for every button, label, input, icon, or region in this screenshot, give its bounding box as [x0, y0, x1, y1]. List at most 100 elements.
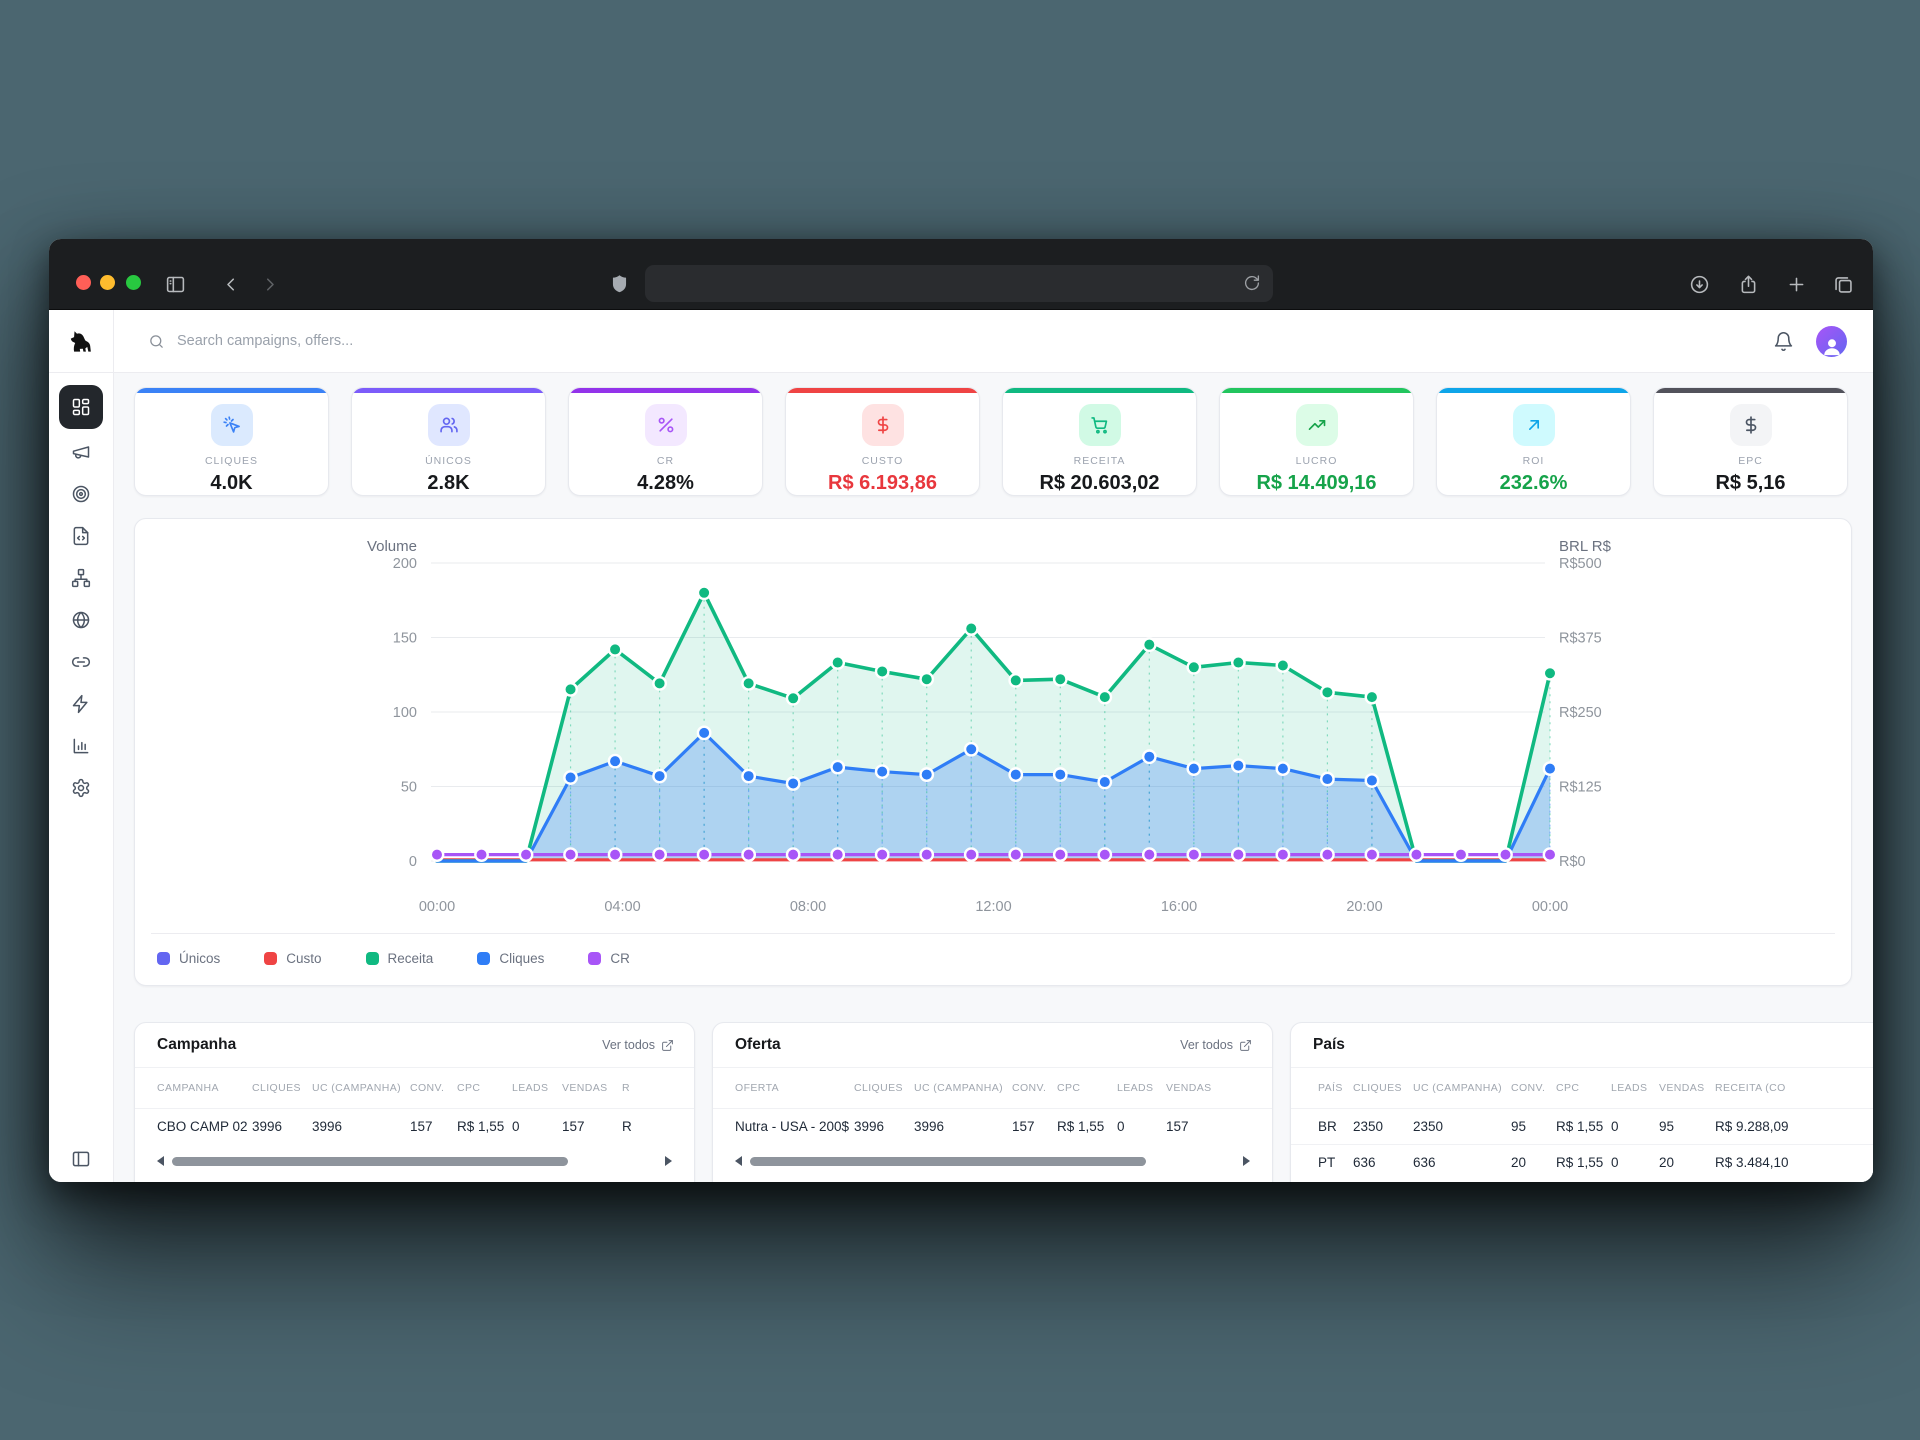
table-cell: 3996: [252, 1119, 312, 1134]
search-input[interactable]: [175, 332, 599, 350]
column-header: VENDAS: [1659, 1082, 1715, 1094]
scrollbar-thumb[interactable]: [172, 1157, 568, 1166]
sidebar-item-megaphone[interactable]: [49, 431, 113, 473]
table-cell: 157: [410, 1119, 457, 1134]
sidebar-item-settings[interactable]: [49, 767, 113, 809]
table-cell: 2350: [1413, 1119, 1511, 1134]
kpi-card-receita[interactable]: RECEITAR$ 20.603,02: [1002, 387, 1197, 496]
table-row[interactable]: Nutra - USA - 200$39963996157R$ 1,550157: [713, 1108, 1272, 1144]
table-cell: R: [622, 1119, 694, 1134]
users-icon: [428, 404, 470, 446]
dog-logo[interactable]: [49, 310, 113, 373]
table-cell: 0: [1611, 1155, 1659, 1170]
kpi-card-únicos[interactable]: ÚNICOS2.8K: [351, 387, 546, 496]
horizontal-scrollbar[interactable]: [735, 1155, 1250, 1167]
svg-text:12:00: 12:00: [975, 899, 1011, 915]
kpi-label: CUSTO: [786, 455, 979, 467]
scrollbar-thumb[interactable]: [750, 1157, 1146, 1166]
scrollbar-track[interactable]: [170, 1157, 659, 1166]
back-icon[interactable]: [221, 274, 242, 295]
dashboard-content: CLIQUES4.0KÚNICOS2.8KCR4.28%CUSTOR$ 6.19…: [114, 373, 1873, 1182]
share-icon[interactable]: [1738, 274, 1759, 295]
kpi-card-lucro[interactable]: LUCROR$ 14.409,16: [1219, 387, 1414, 496]
scroll-right-icon[interactable]: [1243, 1156, 1250, 1166]
horizontal-scrollbar[interactable]: [157, 1155, 672, 1167]
sidebar-item-bar-chart[interactable]: [49, 725, 113, 767]
view-all-link[interactable]: Ver todos: [1180, 1038, 1252, 1052]
sidebar-collapse-button[interactable]: [49, 1149, 113, 1169]
column-header: CLIQUES: [854, 1082, 914, 1094]
table-cell: BR: [1318, 1119, 1353, 1134]
scroll-right-icon[interactable]: [665, 1156, 672, 1166]
desktop-background: CLIQUES4.0KÚNICOS2.8KCR4.28%CUSTOR$ 6.19…: [0, 0, 1920, 1440]
kpi-accent-bar: [1220, 388, 1413, 393]
sidebar-item-globe[interactable]: [49, 599, 113, 641]
url-bar[interactable]: [645, 265, 1273, 302]
dashboard-icon: [59, 385, 103, 429]
kpi-value: 2.8K: [352, 472, 545, 495]
table-row[interactable]: PT63663620R$ 1,55020R$ 3.484,10: [1291, 1144, 1873, 1180]
table-card-header: País: [1291, 1023, 1873, 1068]
table-cell: R$ 3.484,10: [1715, 1155, 1873, 1170]
cursor-click-icon: [211, 404, 253, 446]
table-column-headers: OFERTACLIQUESUC (CAMPANHA)CONV.CPCLEADSV…: [713, 1068, 1272, 1108]
kpi-value: 232.6%: [1437, 472, 1630, 495]
column-header: PAÍS: [1318, 1082, 1353, 1094]
reload-icon[interactable]: [1243, 274, 1261, 292]
kpi-card-cliques[interactable]: CLIQUES4.0K: [134, 387, 329, 496]
column-header: LEADS: [512, 1082, 562, 1094]
kpi-card-epc[interactable]: EPCR$ 5,16: [1653, 387, 1848, 496]
tabs-icon[interactable]: [1833, 274, 1854, 295]
legend-item-custo[interactable]: Custo: [264, 951, 321, 966]
download-icon[interactable]: [1689, 274, 1710, 295]
minimize-window-button[interactable]: [100, 275, 115, 290]
sidebar-item-link[interactable]: [49, 641, 113, 683]
column-header: CONV.: [1511, 1082, 1556, 1094]
column-header: CAMPANHA: [157, 1082, 252, 1094]
bell-icon[interactable]: [1773, 331, 1794, 352]
column-header: CLIQUES: [1353, 1082, 1413, 1094]
kpi-card-roi[interactable]: ROI232.6%: [1436, 387, 1631, 496]
zoom-window-button[interactable]: [126, 275, 141, 290]
scroll-left-icon[interactable]: [735, 1156, 742, 1166]
legend-item-receita[interactable]: Receita: [366, 951, 434, 966]
kpi-card-cr[interactable]: CR4.28%: [568, 387, 763, 496]
column-header: UC (CAMPANHA): [914, 1082, 1012, 1094]
close-window-button[interactable]: [76, 275, 91, 290]
table-cell: 3996: [914, 1119, 1012, 1134]
table-row[interactable]: BR2350235095R$ 1,55095R$ 9.288,09: [1291, 1108, 1873, 1144]
user-icon: [1821, 335, 1843, 357]
sidebar-item-file-code[interactable]: [49, 515, 113, 557]
chart-divider: [151, 933, 1835, 934]
table-cell: PT: [1318, 1155, 1353, 1170]
forward-icon[interactable]: [259, 274, 280, 295]
sidebar-item-zap[interactable]: [49, 683, 113, 725]
traffic-chart[interactable]: 200R$500150R$375100R$25050R$1250R$0Volum…: [135, 539, 1851, 939]
sidebar-item-network[interactable]: [49, 557, 113, 599]
scrollbar-track[interactable]: [748, 1157, 1237, 1166]
column-header: CPC: [1057, 1082, 1117, 1094]
plus-icon[interactable]: [1786, 274, 1807, 295]
legend-item-únicos[interactable]: Únicos: [157, 951, 220, 966]
view-all-link[interactable]: Ver todos: [602, 1038, 674, 1052]
view-all-label: Ver todos: [602, 1038, 655, 1052]
scroll-left-icon[interactable]: [157, 1156, 164, 1166]
sidebar-item-target[interactable]: [49, 473, 113, 515]
column-header: UC (CAMPANHA): [312, 1082, 410, 1094]
kpi-accent-bar: [352, 388, 545, 393]
column-header: OFERTA: [735, 1082, 854, 1094]
avatar[interactable]: [1816, 326, 1847, 357]
table-cell: 95: [1511, 1119, 1556, 1134]
legend-item-cr[interactable]: CR: [588, 951, 630, 966]
sidebar-item-dashboard[interactable]: [49, 383, 113, 431]
browser-chrome: [49, 239, 1873, 310]
sidebar-toggle-icon[interactable]: [165, 274, 186, 295]
legend-item-cliques[interactable]: Cliques: [477, 951, 544, 966]
kpi-card-custo[interactable]: CUSTOR$ 6.193,86: [785, 387, 980, 496]
table-row[interactable]: CBO CAMP 0239963996157R$ 1,550157R: [135, 1108, 694, 1144]
dog-icon: [68, 328, 95, 355]
dollar-icon: [1730, 404, 1772, 446]
legend-swatch: [477, 952, 490, 965]
table-cell: 3996: [854, 1119, 914, 1134]
table-cell: 0: [1611, 1119, 1659, 1134]
